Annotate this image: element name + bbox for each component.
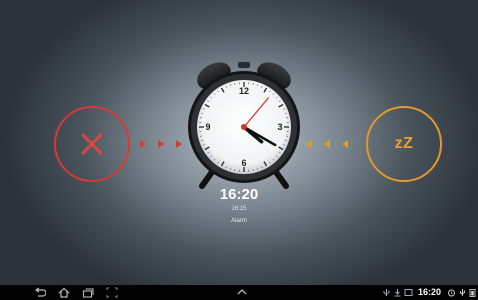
- home-icon[interactable]: [58, 287, 70, 298]
- usb-status-icon: [460, 289, 465, 296]
- close-icon-glyph: [81, 133, 103, 155]
- alarm-time: 16:20: [219, 186, 259, 203]
- download-icon: [394, 289, 401, 297]
- dismiss-arrow: [140, 140, 146, 148]
- alarm-screen: zZ 12 3 6 9 16:20 16:15 Alarm: [0, 0, 478, 285]
- snooze-button[interactable]: zZ: [366, 106, 442, 182]
- screenshot-icon[interactable]: [106, 287, 118, 298]
- dismiss-button[interactable]: [54, 106, 130, 182]
- alarm-clock-icon[interactable]: 12 3 6 9: [180, 54, 308, 192]
- close-icon: [56, 108, 128, 180]
- menu-up-icon[interactable]: [236, 287, 248, 298]
- alarm-label: Alarm: [231, 218, 247, 224]
- snooze-label: zZ: [394, 135, 414, 152]
- system-navbar: 16:20: [0, 285, 478, 300]
- snooze-arrow: [324, 140, 330, 148]
- clock-number-6: 6: [241, 158, 246, 168]
- clock-number-9: 9: [205, 122, 210, 132]
- clock-number-3: 3: [277, 122, 282, 132]
- battery-icon: [469, 289, 476, 297]
- recent-apps-icon[interactable]: [82, 287, 94, 298]
- snooze-arrow: [342, 140, 348, 148]
- screenshot-notification-icon: [404, 289, 413, 296]
- alarm-subtime: 16:15: [231, 206, 247, 212]
- clock-number-12: 12: [239, 86, 249, 96]
- status-time: 16:20: [418, 287, 442, 297]
- alarm-status-icon: [448, 289, 455, 297]
- back-icon[interactable]: [34, 287, 46, 298]
- clock-center: [241, 124, 247, 130]
- usb-icon: [383, 289, 390, 296]
- dismiss-arrow: [158, 140, 164, 148]
- top-button: [238, 62, 250, 68]
